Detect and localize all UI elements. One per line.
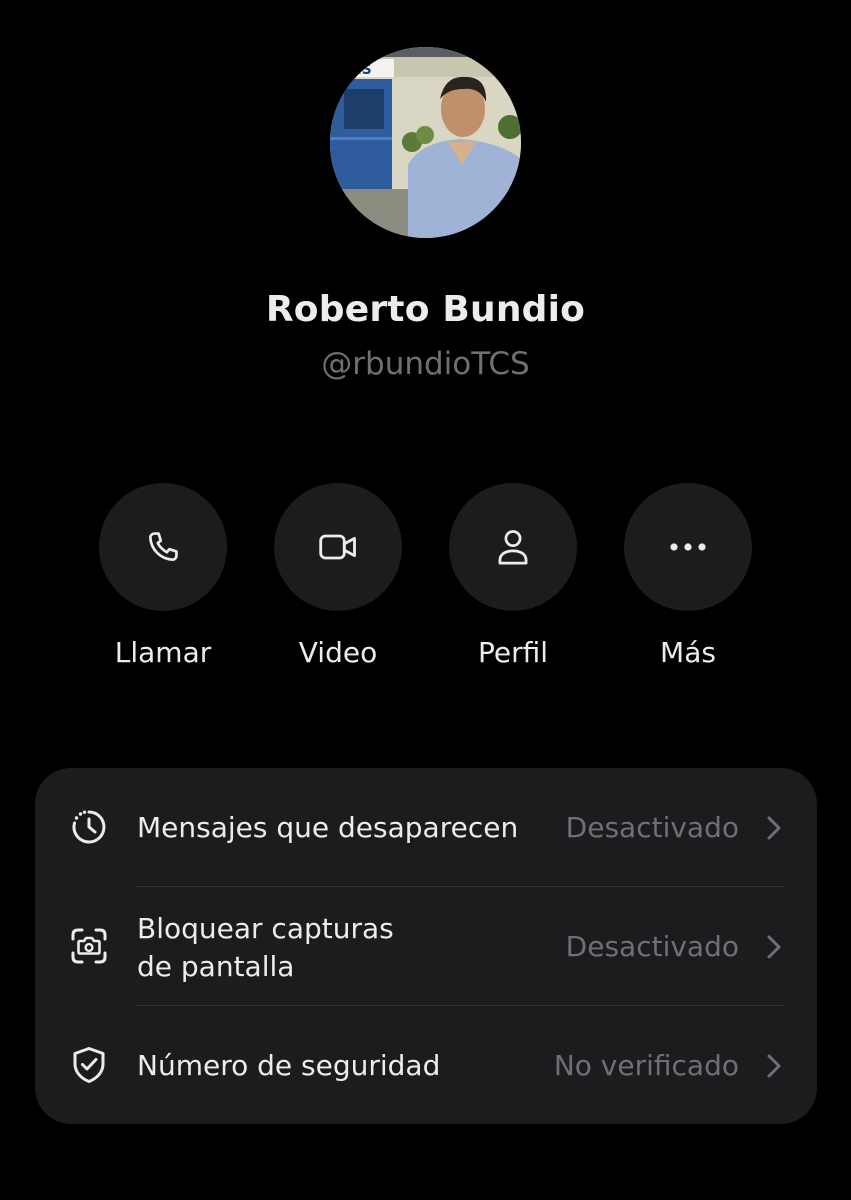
safety-number-label: Número de seguridad [137, 1049, 441, 1082]
more-label: Más [660, 636, 716, 669]
disappearing-messages-value: Desactivado [565, 811, 739, 844]
block-screenshots-row[interactable]: Bloquear capturas de pantalla Desactivad… [35, 887, 817, 1005]
chevron-right-icon [767, 935, 781, 959]
avatar-photo: ES [330, 47, 521, 238]
safety-number-value: No verificado [553, 1049, 739, 1082]
profile-button[interactable] [449, 483, 577, 611]
block-screenshots-label-line2: de pantalla [137, 950, 295, 983]
screenshot-block-icon [71, 928, 107, 964]
avatar-sign-text: ES [352, 62, 372, 78]
call-label: Llamar [114, 636, 212, 669]
timer-icon [72, 810, 106, 844]
safety-number-row[interactable]: Número de seguridad No verificado [35, 1006, 817, 1124]
person-icon [498, 530, 528, 565]
call-button[interactable] [99, 483, 227, 611]
profile-action[interactable]: Perfil [449, 483, 577, 669]
phone-icon [148, 532, 178, 562]
video-button[interactable] [274, 483, 402, 611]
disappearing-messages-label: Mensajes que desaparecen [137, 811, 519, 844]
shield-check-icon [73, 1047, 105, 1083]
video-label: Video [298, 636, 378, 669]
profile-label: Perfil [477, 636, 549, 669]
avatar[interactable]: ES [330, 47, 521, 238]
video-camera-icon [319, 534, 356, 560]
more-dots-icon [670, 543, 706, 551]
call-action[interactable]: Llamar [99, 483, 227, 669]
disappearing-messages-row[interactable]: Mensajes que desaparecen Desactivado [35, 768, 817, 886]
chevron-right-icon [767, 1054, 781, 1078]
video-action[interactable]: Video [274, 483, 402, 669]
more-button[interactable] [624, 483, 752, 611]
settings-card: Mensajes que desaparecen Desactivado Blo… [35, 768, 817, 1124]
chevron-right-icon [767, 816, 781, 840]
profile-handle: @rbundioTCS [321, 346, 530, 382]
more-action[interactable]: Más [624, 483, 752, 669]
profile-name: Roberto Bundio [265, 289, 586, 330]
block-screenshots-label-line1: Bloquear capturas [137, 912, 394, 945]
block-screenshots-value: Desactivado [565, 930, 739, 963]
